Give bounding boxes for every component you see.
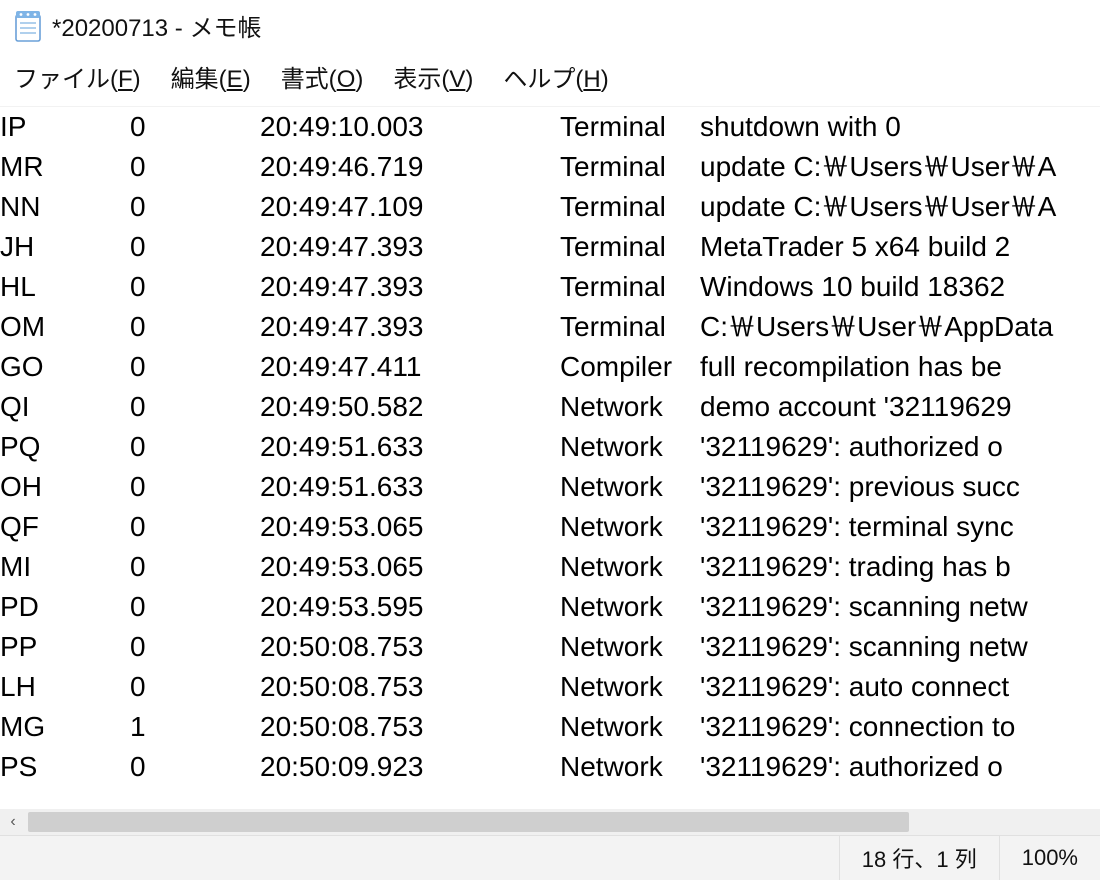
log-line: HL020:49:47.393TerminalWindows 10 build … <box>0 267 1100 307</box>
log-line: OH020:49:51.633Network'32119629': previo… <box>0 467 1100 507</box>
log-line: PS020:50:09.923Network'32119629': author… <box>0 747 1100 787</box>
log-line: PP020:50:08.753Network'32119629': scanni… <box>0 627 1100 667</box>
log-line: MI020:49:53.065Network'32119629': tradin… <box>0 547 1100 587</box>
log-line: GO020:49:47.411Compilerfull recompilatio… <box>0 347 1100 387</box>
log-line: PQ020:49:51.633Network'32119629': author… <box>0 427 1100 467</box>
log-line: MG120:50:08.753Network'32119629': connec… <box>0 707 1100 747</box>
menu-edit[interactable]: 編集(E) <box>171 59 251 94</box>
log-line: JH020:49:47.393TerminalMetaTrader 5 x64 … <box>0 227 1100 267</box>
log-line: MR020:49:46.719Terminalupdate C:￦Users￦U… <box>0 147 1100 187</box>
log-line: QF020:49:53.065Network'32119629': termin… <box>0 507 1100 547</box>
status-caret-pos: 18 行、1 列 <box>839 836 999 880</box>
scroll-track[interactable] <box>26 809 1100 835</box>
titlebar: *20200713 - メモ帳 <box>0 0 1100 53</box>
log-line: LH020:50:08.753Network'32119629': auto c… <box>0 667 1100 707</box>
menu-file[interactable]: ファイル(F) <box>14 59 141 94</box>
scroll-left-arrow-icon[interactable]: ‹ <box>0 809 26 835</box>
horizontal-scrollbar[interactable]: ‹ <box>0 809 1100 835</box>
status-zoom: 100% <box>999 836 1100 880</box>
statusbar: 18 行、1 列 100% <box>0 835 1100 880</box>
scroll-thumb[interactable] <box>28 812 909 832</box>
editor-area[interactable]: IP020:49:10.003Terminalshutdown with 0MR… <box>0 106 1100 809</box>
log-line: NN020:49:47.109Terminalupdate C:￦Users￦U… <box>0 187 1100 227</box>
window-title: *20200713 - メモ帳 <box>52 8 261 43</box>
menu-help[interactable]: ヘルプ(H) <box>503 59 608 94</box>
log-line: IP020:49:10.003Terminalshutdown with 0 <box>0 107 1100 147</box>
log-line: OM020:49:47.393TerminalC:￦Users￦User￦App… <box>0 307 1100 347</box>
log-line: QI020:49:50.582Networkdemo account '3211… <box>0 387 1100 427</box>
menu-view[interactable]: 表示(V) <box>393 59 473 94</box>
menubar: ファイル(F) 編集(E) 書式(O) 表示(V) ヘルプ(H) <box>0 53 1100 106</box>
notepad-icon <box>14 9 42 43</box>
menu-format[interactable]: 書式(O) <box>281 59 364 94</box>
log-line: PD020:49:53.595Network'32119629': scanni… <box>0 587 1100 627</box>
